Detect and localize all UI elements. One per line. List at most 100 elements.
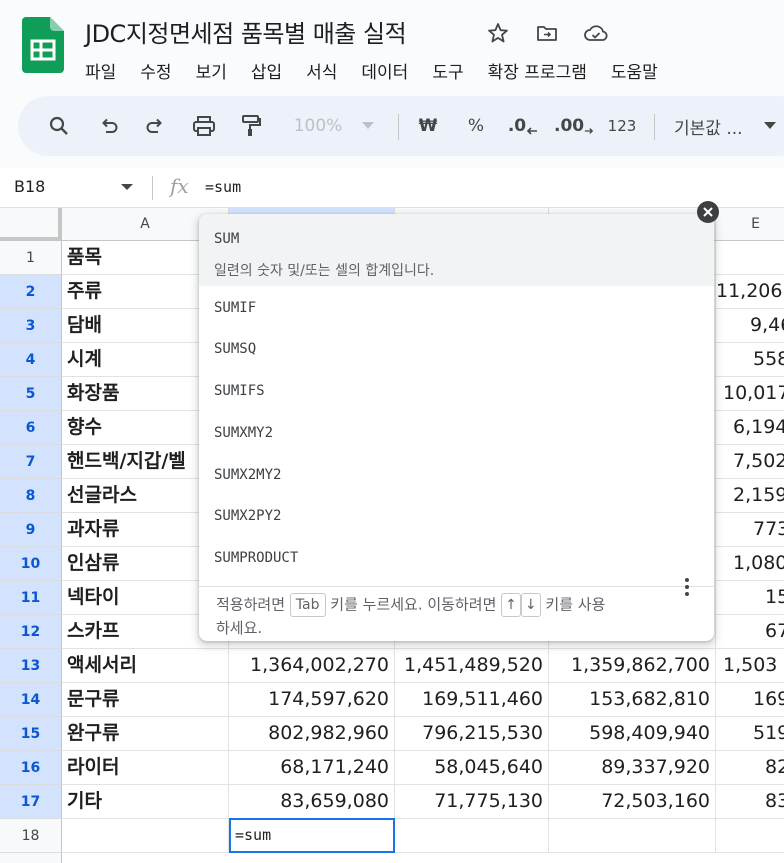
cell-e[interactable]: 67	[716, 615, 784, 649]
row-header[interactable]: 3	[0, 309, 62, 343]
menu-data[interactable]: 데이터	[361, 58, 408, 83]
row-header[interactable]: 11	[0, 581, 62, 615]
sheets-logo-icon[interactable]	[22, 17, 64, 73]
number-format-button[interactable]: 123	[604, 110, 640, 142]
search-menus-icon[interactable]	[44, 110, 74, 142]
cell-e[interactable]: 83	[716, 785, 784, 819]
menu-extensions[interactable]: 확장 프로그램	[488, 58, 587, 83]
cell-e[interactable]: 6,194	[716, 411, 784, 445]
cell-e[interactable]: 1,080	[716, 547, 784, 581]
cell-a[interactable]: 문구류	[62, 683, 229, 717]
suggestion-item[interactable]: SUMIF	[199, 287, 714, 328]
cell-e[interactable]: 11,206	[716, 275, 784, 309]
cell-b[interactable]: 802,982,960	[229, 717, 395, 751]
menu-view[interactable]: 보기	[196, 58, 227, 83]
row-header[interactable]: 18	[0, 819, 62, 853]
row-header[interactable]: 9	[0, 513, 62, 547]
move-folder-icon[interactable]	[532, 18, 562, 48]
cell-c[interactable]: 796,215,530	[395, 717, 549, 751]
undo-icon[interactable]	[94, 110, 124, 142]
column-header-e[interactable]: E	[716, 208, 784, 241]
cell-e[interactable]	[716, 819, 784, 853]
cell-b[interactable]: 174,597,620	[229, 683, 395, 717]
cell-d[interactable]: 1,359,862,700	[549, 649, 716, 683]
cell-c[interactable]: 169,511,460	[395, 683, 549, 717]
suggestion-item[interactable]: SUMPRODUCT	[199, 537, 714, 578]
row-header[interactable]: 15	[0, 717, 62, 751]
menu-format[interactable]: 서식	[306, 58, 337, 83]
row-header[interactable]: 12	[0, 615, 62, 649]
increase-decimal-button[interactable]: .00	[554, 110, 594, 142]
document-title[interactable]: JDC지정면세점 품목별 매출 실적	[85, 14, 407, 49]
cell-d[interactable]: 153,682,810	[549, 683, 716, 717]
font-select[interactable]: 기본값 ...	[674, 110, 758, 142]
menu-file[interactable]: 파일	[85, 58, 116, 83]
currency-format-button[interactable]: ₩	[414, 110, 442, 142]
cell-d[interactable]: 598,409,940	[549, 717, 716, 751]
cell-e[interactable]: 519	[716, 717, 784, 751]
cell-e[interactable]: 82	[716, 751, 784, 785]
menu-edit[interactable]: 수정	[140, 58, 171, 83]
row-header[interactable]: 17	[0, 785, 62, 819]
cell-a[interactable]: 액세서리	[62, 649, 229, 683]
menu-insert[interactable]: 삽입	[251, 58, 282, 83]
cell-e[interactable]: 558	[716, 343, 784, 377]
active-cell-editor[interactable]: =sum	[229, 818, 395, 853]
suggestion-item[interactable]: SUMIFS	[199, 370, 714, 411]
name-box[interactable]: B18	[14, 177, 45, 196]
cell-b[interactable]: 83,659,080	[229, 785, 395, 819]
cell-e[interactable]: 15	[716, 581, 784, 615]
row-header[interactable]: 4	[0, 343, 62, 377]
percent-format-button[interactable]: %	[462, 110, 490, 142]
cell-a[interactable]	[62, 819, 229, 853]
cell-e[interactable]	[716, 241, 784, 275]
decrease-decimal-button[interactable]: .0	[506, 110, 540, 142]
cell-c[interactable]	[395, 819, 549, 853]
cell-c[interactable]: 58,045,640	[395, 751, 549, 785]
cell-c[interactable]: 1,451,489,520	[395, 649, 549, 683]
suggestion-item[interactable]: SUMSQ	[199, 328, 714, 369]
select-all-corner[interactable]	[0, 208, 62, 241]
row-header[interactable]: 13	[0, 649, 62, 683]
paint-format-icon[interactable]	[236, 110, 266, 142]
zoom-select[interactable]: 100%	[288, 110, 348, 142]
cell-e[interactable]: 10,017	[716, 377, 784, 411]
row-header[interactable]: 1	[0, 241, 62, 275]
cell-e[interactable]: 7,502	[716, 445, 784, 479]
row-header[interactable]: 8	[0, 479, 62, 513]
cell-b[interactable]: 1,364,002,270	[229, 649, 395, 683]
row-header[interactable]: 14	[0, 683, 62, 717]
cell-a[interactable]: 완구류	[62, 717, 229, 751]
name-box-caret-icon[interactable]	[121, 184, 133, 190]
more-options-icon[interactable]	[680, 575, 694, 599]
cell-e[interactable]: 9,466	[716, 309, 784, 343]
row-header[interactable]: 6	[0, 411, 62, 445]
cell-d[interactable]	[549, 819, 716, 853]
cell-c[interactable]: 71,775,130	[395, 785, 549, 819]
star-icon[interactable]	[483, 18, 513, 48]
suggestion-item[interactable]: SUMXMY2	[199, 412, 714, 453]
cloud-saved-icon[interactable]	[581, 18, 611, 48]
row-header[interactable]: 16	[0, 751, 62, 785]
cell-a[interactable]: 라이터	[62, 751, 229, 785]
suggestion-item-selected[interactable]: SUM 일련의 숫자 및/또는 셀의 합계입니다.	[199, 214, 714, 286]
close-popup-icon[interactable]	[697, 201, 719, 223]
cell-e[interactable]: 169	[716, 683, 784, 717]
cell-e[interactable]: 773	[716, 513, 784, 547]
row-header[interactable]	[0, 853, 62, 863]
formula-input[interactable]: =sum	[205, 178, 241, 196]
cell-e[interactable]: 2,159	[716, 479, 784, 513]
cell-a[interactable]: 기타	[62, 785, 229, 819]
row-header[interactable]: 10	[0, 547, 62, 581]
suggestion-item[interactable]: SUMX2MY2	[199, 454, 714, 495]
menu-tools[interactable]: 도구	[432, 58, 463, 83]
cell-e[interactable]: 1,503	[716, 649, 784, 683]
print-icon[interactable]	[188, 110, 220, 142]
cell-d[interactable]: 72,503,160	[549, 785, 716, 819]
cell-b[interactable]: 68,171,240	[229, 751, 395, 785]
row-header[interactable]: 2	[0, 275, 62, 309]
menu-help[interactable]: 도움말	[611, 58, 658, 83]
suggestion-item[interactable]: SUMX2PY2	[199, 495, 714, 536]
cell-d[interactable]: 89,337,920	[549, 751, 716, 785]
redo-icon[interactable]	[140, 110, 170, 142]
